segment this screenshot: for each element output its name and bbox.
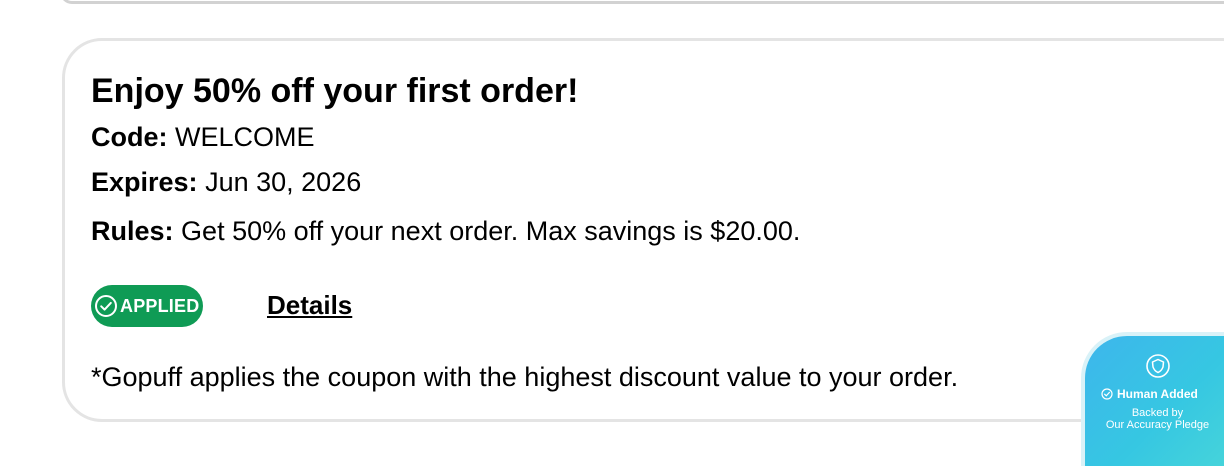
shield-icon [1146, 354, 1170, 378]
applied-label: APPLIED [120, 295, 200, 316]
expires-value: Jun 30, 2026 [205, 167, 362, 197]
coupon-card: Enjoy 50% off your first order! Code: WE… [62, 38, 1224, 422]
check-circle-icon [95, 295, 117, 317]
code-value: WELCOME [175, 122, 315, 152]
coupon-rules-row: Rules: Get 50% off your next order. Max … [91, 215, 800, 247]
small-check-icon [1101, 388, 1113, 400]
previous-card-edge [60, 0, 1224, 4]
applied-status-badge: APPLIED [91, 285, 203, 327]
accuracy-pledge-badge[interactable]: Human Added Backed by Our Accuracy Pledg… [1085, 336, 1224, 466]
coupon-expires-row: Expires: Jun 30, 2026 [91, 166, 361, 198]
coupon-title: Enjoy 50% off your first order! [91, 72, 579, 110]
coupon-footnote: *Gopuff applies the coupon with the high… [91, 362, 959, 392]
rules-label: Rules: [91, 216, 174, 246]
code-label: Code: [91, 122, 168, 152]
pledge-subtitle-line1: Backed by [1131, 407, 1184, 419]
pledge-title: Human Added [1101, 387, 1198, 401]
details-link[interactable]: Details [267, 290, 352, 321]
pledge-title-text: Human Added [1117, 387, 1198, 401]
expires-label: Expires: [91, 167, 198, 197]
rules-value: Get 50% off your next order. Max savings… [181, 216, 801, 246]
pledge-subtitle-line2: Our Accuracy Pledge [1105, 419, 1210, 431]
coupon-code-row: Code: WELCOME [91, 121, 315, 153]
